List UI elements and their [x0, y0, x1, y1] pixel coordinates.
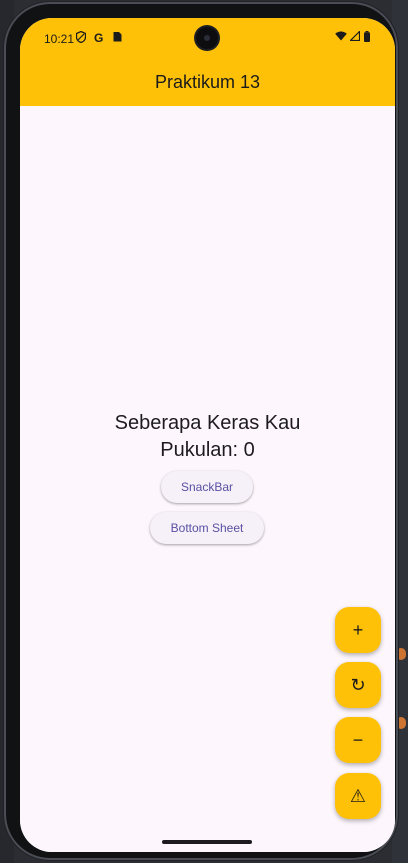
plus-icon: +: [352, 620, 364, 640]
page-title: Praktikum 13: [154, 72, 261, 92]
status-time: 10:21: [44, 32, 75, 46]
warning-icon: ⚠: [349, 786, 367, 806]
decrement-fab[interactable]: −: [335, 717, 381, 763]
warning-fab[interactable]: ⚠: [335, 773, 381, 819]
signal-icon: [349, 30, 361, 45]
status-bar: 10:21 G: [20, 18, 395, 58]
minus-icon: −: [352, 730, 364, 750]
front-camera: [196, 27, 218, 49]
battery-icon: [364, 31, 370, 46]
google-icon: G: [94, 31, 104, 45]
reset-fab[interactable]: ↻: [335, 662, 381, 708]
snackbar-button[interactable]: SnackBar: [161, 471, 253, 503]
counter-value: Pukulan: 0: [160, 439, 255, 461]
bottom-sheet-button[interactable]: Bottom Sheet: [150, 512, 264, 544]
increment-fab[interactable]: +: [335, 607, 381, 653]
refresh-icon: ↻: [350, 675, 366, 695]
counter-heading: Seberapa Keras Kau: [114, 412, 301, 434]
counter-text: Seberapa Keras Kau Pukulan: 0: [20, 410, 395, 464]
phone-screen: 10:21 G Praktikum 13 Seberapa Keras Kau …: [20, 18, 395, 852]
wifi-icon: [335, 31, 347, 45]
app-bar: Praktikum 13: [20, 58, 395, 106]
home-indicator[interactable]: [162, 840, 252, 844]
phone-frame: 10:21 G Praktikum 13 Seberapa Keras Kau …: [4, 2, 398, 860]
sim-icon: [113, 31, 122, 46]
shield-icon: [75, 30, 87, 47]
